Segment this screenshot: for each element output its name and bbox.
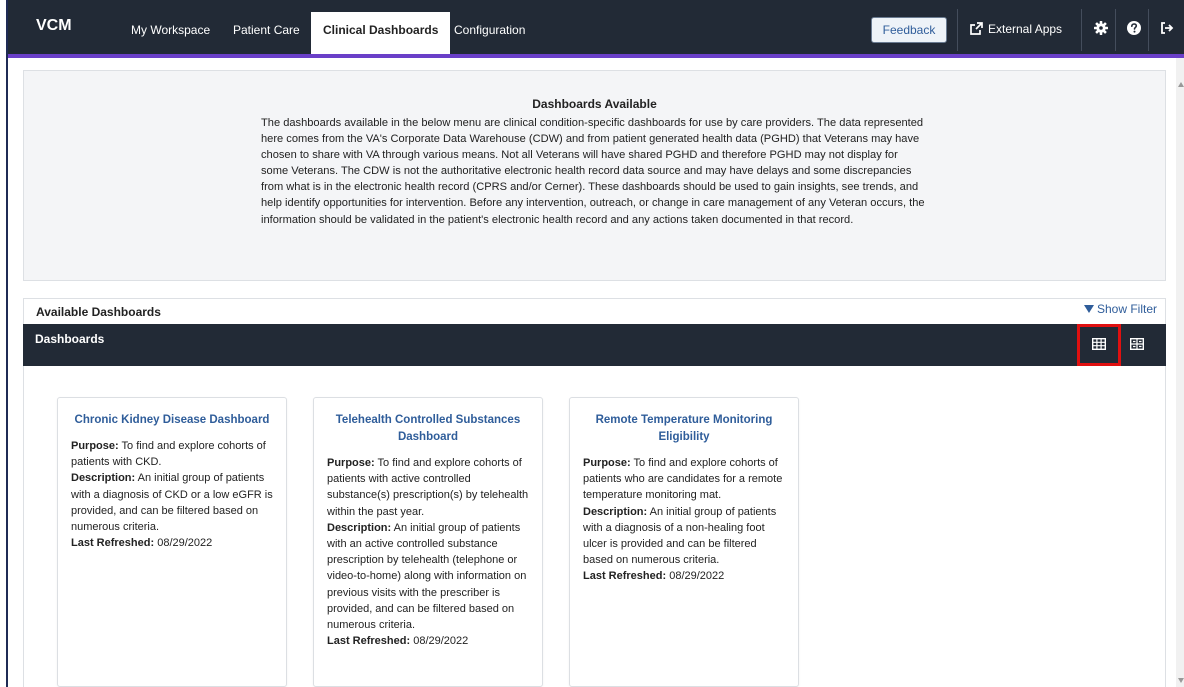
nav-divider [1148, 9, 1149, 51]
scroll-down-arrow-icon[interactable] [1178, 678, 1184, 683]
refreshed-label: Last Refreshed: [327, 635, 411, 648]
card-description: Description: An initial group of patient… [583, 504, 785, 569]
card-refreshed: Last Refreshed: 08/29/2022 [583, 568, 785, 584]
card-purpose: Purpose: To find and explore cohorts of … [583, 455, 785, 504]
external-link-icon [970, 22, 983, 35]
purpose-label: Purpose: [583, 457, 631, 469]
available-dashboards-title: Available Dashboards [36, 305, 161, 319]
purpose-label: Purpose: [327, 457, 375, 469]
refreshed-date: 08/29/2022 [669, 570, 725, 583]
dashboard-card-ckd[interactable]: Chronic Kidney Disease Dashboard Purpose… [57, 397, 287, 687]
grid-view-icon [1092, 338, 1106, 350]
filter-icon [1083, 305, 1094, 313]
description-label: Description: [583, 505, 648, 518]
available-dashboards-header: Available Dashboards Show Filter [23, 298, 1166, 324]
refreshed-label: Last Refreshed: [583, 570, 667, 583]
info-description: The dashboards available in the below me… [261, 117, 925, 226]
card-title[interactable]: Telehealth Controlled Substances Dashboa… [327, 412, 529, 446]
list-view-button[interactable] [1115, 324, 1159, 366]
nav-patient-care[interactable]: Patient Care [233, 23, 300, 37]
card-purpose: Purpose: To find and explore cohorts of … [71, 438, 273, 470]
nav-divider [957, 9, 958, 51]
logout-icon[interactable] [1159, 20, 1175, 36]
external-apps-label: External Apps [988, 22, 1063, 36]
nav-clinical-dashboards[interactable]: Clinical Dashboards [311, 12, 451, 54]
purpose-label: Purpose: [71, 440, 119, 452]
feedback-button[interactable]: Feedback [871, 17, 947, 43]
refreshed-date: 08/29/2022 [157, 537, 213, 550]
card-title[interactable]: Remote Temperature Monitoring Eligibilit… [583, 412, 785, 446]
dashboard-cards: Chronic Kidney Disease Dashboard Purpose… [23, 366, 1166, 687]
info-title: Dashboards Available [532, 97, 657, 111]
dashboard-card-remote-temp[interactable]: Remote Temperature Monitoring Eligibilit… [569, 397, 799, 687]
show-filter-button[interactable]: Show Filter [1083, 302, 1157, 316]
list-view-icon [1130, 338, 1144, 350]
external-apps-button[interactable]: External Apps [970, 22, 1062, 36]
card-refreshed: Last Refreshed: 08/29/2022 [71, 535, 273, 551]
card-purpose: Purpose: To find and explore cohorts of … [327, 455, 529, 520]
scroll-up-arrow-icon[interactable] [1178, 82, 1184, 87]
card-description: Description: An initial group of patient… [327, 520, 529, 633]
dashboard-card-telehealth[interactable]: Telehealth Controlled Substances Dashboa… [313, 397, 543, 687]
help-icon[interactable] [1126, 20, 1142, 36]
nav-divider [1081, 9, 1082, 51]
top-nav: VCM My Workspace Patient Care Clinical D… [8, 0, 1184, 58]
info-panel: Dashboards Available The dashboards avai… [23, 70, 1166, 281]
dashboards-toolbar: Dashboards [23, 324, 1166, 366]
app-logo[interactable]: VCM [36, 17, 72, 35]
gear-icon[interactable] [1093, 20, 1109, 36]
description-text: An initial group of patients with an act… [327, 521, 527, 632]
description-label: Description: [71, 472, 136, 485]
page-scrollbar[interactable] [1176, 58, 1184, 687]
nav-divider [1115, 9, 1116, 51]
description-label: Description: [327, 521, 392, 534]
nav-configuration[interactable]: Configuration [454, 23, 525, 37]
refreshed-date: 08/29/2022 [413, 635, 469, 648]
dashboards-bar-title: Dashboards [35, 332, 105, 346]
card-description: Description: An initial group of patient… [71, 470, 273, 535]
main-content: Dashboards Available The dashboards avai… [8, 58, 1176, 687]
show-filter-label: Show Filter [1096, 302, 1157, 316]
card-title[interactable]: Chronic Kidney Disease Dashboard [71, 412, 273, 429]
nav-my-workspace[interactable]: My Workspace [131, 23, 210, 37]
card-refreshed: Last Refreshed: 08/29/2022 [327, 633, 529, 649]
refreshed-label: Last Refreshed: [71, 537, 155, 550]
